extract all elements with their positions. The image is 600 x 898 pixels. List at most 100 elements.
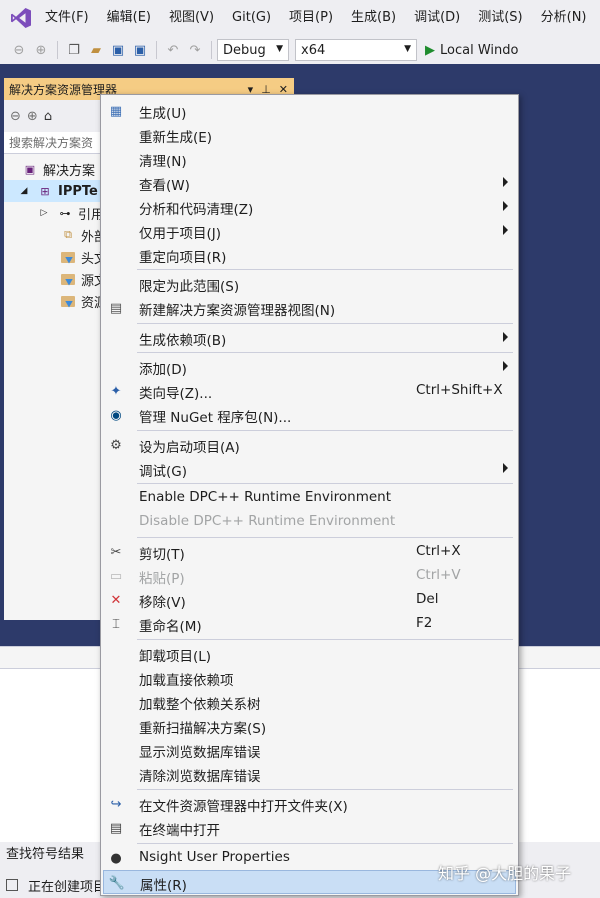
watermark-text: 知乎 @大胆的果子 (438, 864, 572, 883)
menu-item-build[interactable]: ▦ 生成(U) (103, 99, 516, 123)
status-text: 正在创建项目 (28, 879, 107, 895)
menu-debug[interactable]: 调试(D) (405, 0, 469, 36)
menu-test[interactable]: 测试(S) (469, 0, 531, 36)
menu-separator (137, 843, 513, 844)
menu-item-debug[interactable]: 调试(G) (103, 457, 516, 481)
new-view-icon: ▤ (109, 300, 123, 316)
menu-item-build-dependencies[interactable]: 生成依赖项(B) (103, 326, 516, 350)
wrench-icon: 🔧 (108, 875, 126, 891)
menu-separator (137, 430, 513, 431)
references-icon: ⊶ (59, 206, 71, 220)
submenu-arrow-icon (503, 201, 508, 211)
open-folder-icon: ↪ (110, 796, 122, 812)
menu-item-scope-to-this[interactable]: 限定为此范围(S) (103, 272, 516, 296)
menu-item-rename[interactable]: ⌶ 重命名(M) F2 (103, 612, 516, 636)
menu-bar: 文件(F) 编辑(E) 视图(V) Git(G) 项目(P) 生成(B) 调试(… (0, 0, 600, 36)
menu-git[interactable]: Git(G) (223, 0, 280, 36)
menu-item-new-explorer-view[interactable]: ▤ 新建解决方案资源管理器视图(N) (103, 296, 516, 320)
filter-folder-icon (60, 293, 76, 309)
menu-file[interactable]: 文件(F) (36, 0, 98, 36)
external-deps-icon: ⧉ (64, 228, 72, 241)
menu-item-project-only[interactable]: 仅用于项目(J) (103, 219, 516, 243)
menu-item-enable-dpcpp[interactable]: Enable DPC++ Runtime Environment (103, 486, 516, 510)
visual-studio-logo-icon (6, 0, 36, 36)
toolbar-separator (57, 41, 58, 59)
back-icon[interactable]: ⊖ (10, 109, 21, 124)
menu-item-remove[interactable]: ✕ 移除(V) Del (103, 588, 516, 612)
tree-item-references[interactable]: ▷ ⊶ 引用 (36, 202, 104, 224)
redo-icon[interactable]: ↷ (186, 41, 204, 59)
paste-icon: ▭ (109, 568, 123, 584)
save-all-icon[interactable]: ▣ (131, 41, 149, 59)
class-wizard-icon: ✦ (110, 383, 122, 399)
remove-icon: ✕ (110, 592, 122, 608)
play-icon: ▶ (425, 42, 435, 58)
submenu-arrow-icon (503, 463, 508, 473)
configuration-dropdown[interactable]: Debug ▼ (217, 39, 289, 61)
menu-item-analyze-cleanup[interactable]: 分析和代码清理(Z) (103, 195, 516, 219)
filter-folder-icon (60, 271, 76, 287)
menu-item-rebuild[interactable]: 重新生成(E) (103, 123, 516, 147)
save-icon[interactable]: ▣ (109, 41, 127, 59)
menu-item-unload-project[interactable]: 卸载项目(L) (103, 642, 516, 666)
menu-item-load-direct-deps[interactable]: 加载直接依赖项 (103, 666, 516, 690)
standard-toolbar: ⊖ ⊕ ❐ ▰ ▣ ▣ ↶ ↷ Debug ▼ x64 ▼ ▶ Local Wi… (0, 36, 600, 64)
menu-item-view[interactable]: 查看(W) (103, 171, 516, 195)
menu-separator (137, 483, 513, 484)
menu-separator (137, 789, 513, 790)
menu-item-retarget[interactable]: 重定向项目(R) (103, 243, 516, 267)
menu-item-open-in-terminal[interactable]: ▤ 在终端中打开 (103, 816, 516, 840)
configuration-value: Debug (223, 42, 266, 58)
menu-item-manage-nuget[interactable]: ◉ 管理 NuGet 程序包(N)... (103, 403, 516, 427)
tree-item-solution[interactable]: ▣ 解决方案 (22, 158, 95, 180)
nsight-icon: ● (110, 850, 122, 866)
open-file-icon[interactable]: ▰ (87, 41, 105, 59)
menu-separator (137, 352, 513, 353)
undo-icon[interactable]: ↶ (164, 41, 182, 59)
menu-analyze[interactable]: 分析(N) (532, 0, 596, 36)
tree-item-project[interactable]: ◢ ⊞ IPPTe (4, 180, 100, 202)
platform-value: x64 (301, 42, 326, 58)
menu-item-open-in-explorer[interactable]: ↪ 在文件资源管理器中打开文件夹(X) (103, 792, 516, 816)
menu-view[interactable]: 视图(V) (160, 0, 223, 36)
menu-separator (137, 323, 513, 324)
run-debugger-button[interactable]: ▶ Local Windo (425, 43, 518, 58)
toolbar-separator (211, 41, 212, 59)
submenu-arrow-icon (503, 361, 508, 371)
menu-item-load-dep-tree[interactable]: 加载整个依赖关系树 (103, 690, 516, 714)
menu-item-show-browse-errors[interactable]: 显示浏览数据库错误 (103, 738, 516, 762)
menu-item-clear-browse-errors[interactable]: 清除浏览数据库错误 (103, 762, 516, 786)
menu-item-add[interactable]: 添加(D) (103, 355, 516, 379)
home-icon[interactable]: ⌂ (44, 109, 52, 124)
menu-item-class-wizard[interactable]: ✦ 类向导(Z)... Ctrl+Shift+X (103, 379, 516, 403)
menu-build[interactable]: 生成(B) (342, 0, 405, 36)
chevron-down-icon: ▼ (276, 44, 283, 54)
project-icon: ⊞ (40, 184, 50, 198)
menu-separator (137, 269, 513, 270)
solution-icon: ▣ (24, 162, 36, 176)
menu-item-paste[interactable]: ▭ 粘贴(P) Ctrl+V (103, 564, 516, 588)
submenu-arrow-icon (503, 177, 508, 187)
expand-triangle-icon: ◢ (20, 186, 28, 196)
collapse-triangle-icon: ▷ (40, 208, 48, 218)
new-project-icon[interactable]: ❐ (65, 41, 83, 59)
menu-item-cut[interactable]: ✂ 剪切(T) Ctrl+X (103, 540, 516, 564)
gear-icon: ⚙ (110, 437, 122, 453)
menu-item-clean[interactable]: 清理(N) (103, 147, 516, 171)
toolbar-separator (156, 41, 157, 59)
project-context-menu: ▦ 生成(U) 重新生成(E) 清理(N) 查看(W) 分析和代码清理(Z) 仅… (100, 94, 519, 896)
menu-item-set-startup[interactable]: ⚙ 设为启动项目(A) (103, 433, 516, 457)
menu-project[interactable]: 项目(P) (280, 0, 342, 36)
menu-item-rescan-solution[interactable]: 重新扫描解决方案(S) (103, 714, 516, 738)
forward-icon[interactable]: ⊕ (27, 109, 38, 124)
platform-dropdown[interactable]: x64 ▼ (295, 39, 417, 61)
run-label: Local Windo (440, 42, 519, 58)
status-icon (6, 879, 18, 891)
menu-item-disable-dpcpp[interactable]: Disable DPC++ Runtime Environment (103, 510, 516, 534)
menu-edit[interactable]: 编辑(E) (98, 0, 160, 36)
back-icon[interactable]: ⊖ (10, 41, 28, 59)
chevron-down-icon: ▼ (404, 44, 411, 54)
filter-folder-icon (60, 249, 76, 265)
forward-icon[interactable]: ⊕ (32, 41, 50, 59)
scissors-icon: ✂ (110, 544, 122, 560)
